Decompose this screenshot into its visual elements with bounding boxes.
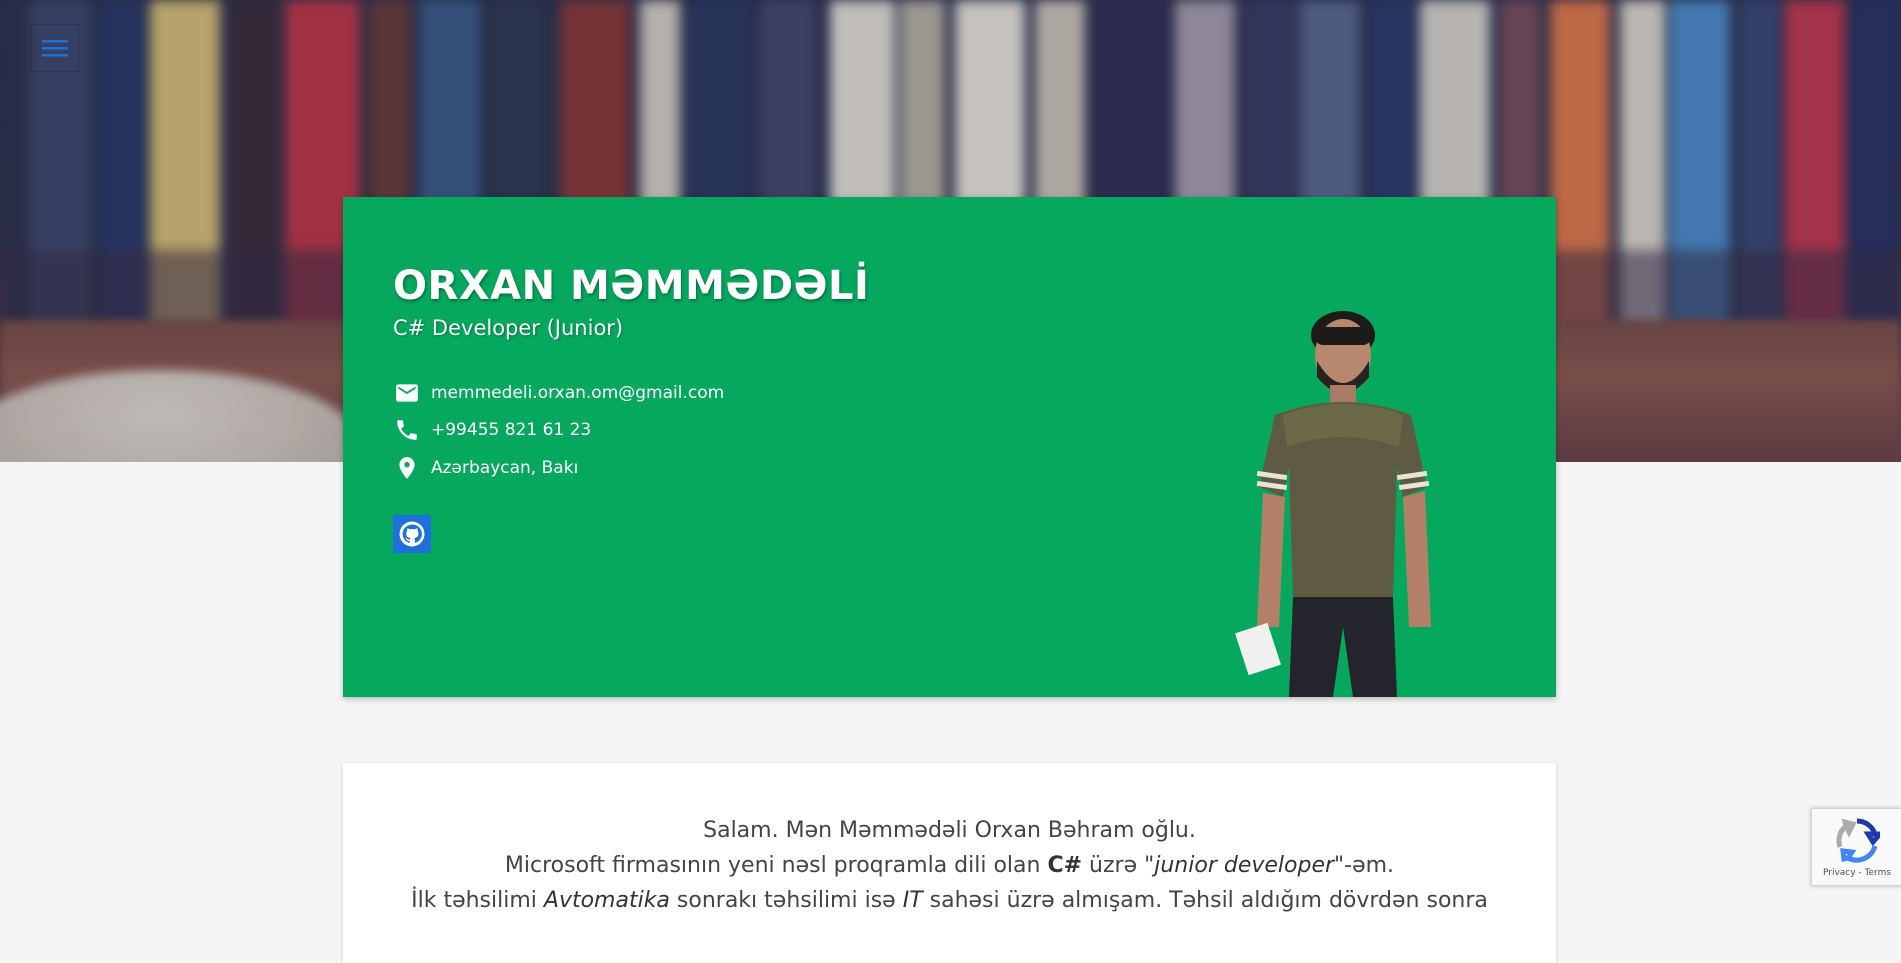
github-link-button[interactable]: [393, 515, 431, 553]
about-line-2-italic: junior developer: [1154, 853, 1335, 878]
about-line-2-mid: üzrə ": [1082, 853, 1155, 878]
about-line-3-italic-2: IT: [902, 888, 923, 913]
about-card: Salam. Mən Məmmədəli Orxan Bəhram oğlu. …: [343, 763, 1556, 963]
recaptcha-terms[interactable]: Privacy - Terms: [1812, 868, 1901, 878]
profile-role: C# Developer (Junior): [393, 316, 624, 340]
about-line-1: Salam. Mən Məmmədəli Orxan Bəhram oğlu.: [703, 818, 1196, 843]
phone-icon: [393, 416, 421, 444]
profile-card: ORXAN MƏMMƏDƏLİ C# Developer (Junior) me…: [343, 197, 1556, 697]
about-line-3-post: sahəsi üzrə almışam. Təhsil aldığım dövr…: [922, 888, 1488, 913]
profile-name: ORXAN MƏMMƏDƏLİ: [393, 263, 870, 309]
contact-email[interactable]: memmedeli.orxan.om@gmail.com: [393, 379, 724, 407]
location-text: Azərbaycan, Bakı: [431, 458, 579, 478]
profile-photo: [1213, 297, 1463, 697]
about-line-2-pre: Microsoft firmasının yeni nəsl proqramla…: [504, 853, 1048, 878]
hamburger-menu-icon: [42, 40, 68, 57]
contact-phone[interactable]: +99455 821 61 23: [393, 416, 591, 444]
about-line-3-mid: sonrakı təhsilimi isə: [669, 888, 903, 913]
menu-toggle-button[interactable]: [31, 24, 79, 72]
email-text[interactable]: memmedeli.orxan.om@gmail.com: [431, 383, 724, 403]
about-line-3: İlk təhsilimi Avtomatika sonrakı təhsili…: [343, 883, 1556, 918]
email-icon: [393, 379, 421, 407]
about-text: Salam. Mən Məmmədəli Orxan Bəhram oğlu. …: [343, 813, 1556, 918]
about-line-2-bold: C#: [1047, 853, 1083, 878]
recaptcha-icon: [1834, 817, 1886, 863]
location-pin-icon: [393, 454, 421, 482]
contact-location: Azərbaycan, Bakı: [393, 454, 578, 482]
github-icon: [399, 521, 425, 547]
recaptcha-badge[interactable]: Privacy - Terms: [1811, 808, 1901, 886]
about-line-2: Microsoft firmasının yeni nəsl proqramla…: [343, 848, 1556, 883]
phone-text[interactable]: +99455 821 61 23: [431, 420, 591, 440]
about-line-3-italic-1: Avtomatika: [543, 888, 670, 913]
about-line-2-post: "-əm.: [1334, 853, 1395, 878]
about-line-3-pre: İlk təhsilimi: [411, 888, 544, 913]
